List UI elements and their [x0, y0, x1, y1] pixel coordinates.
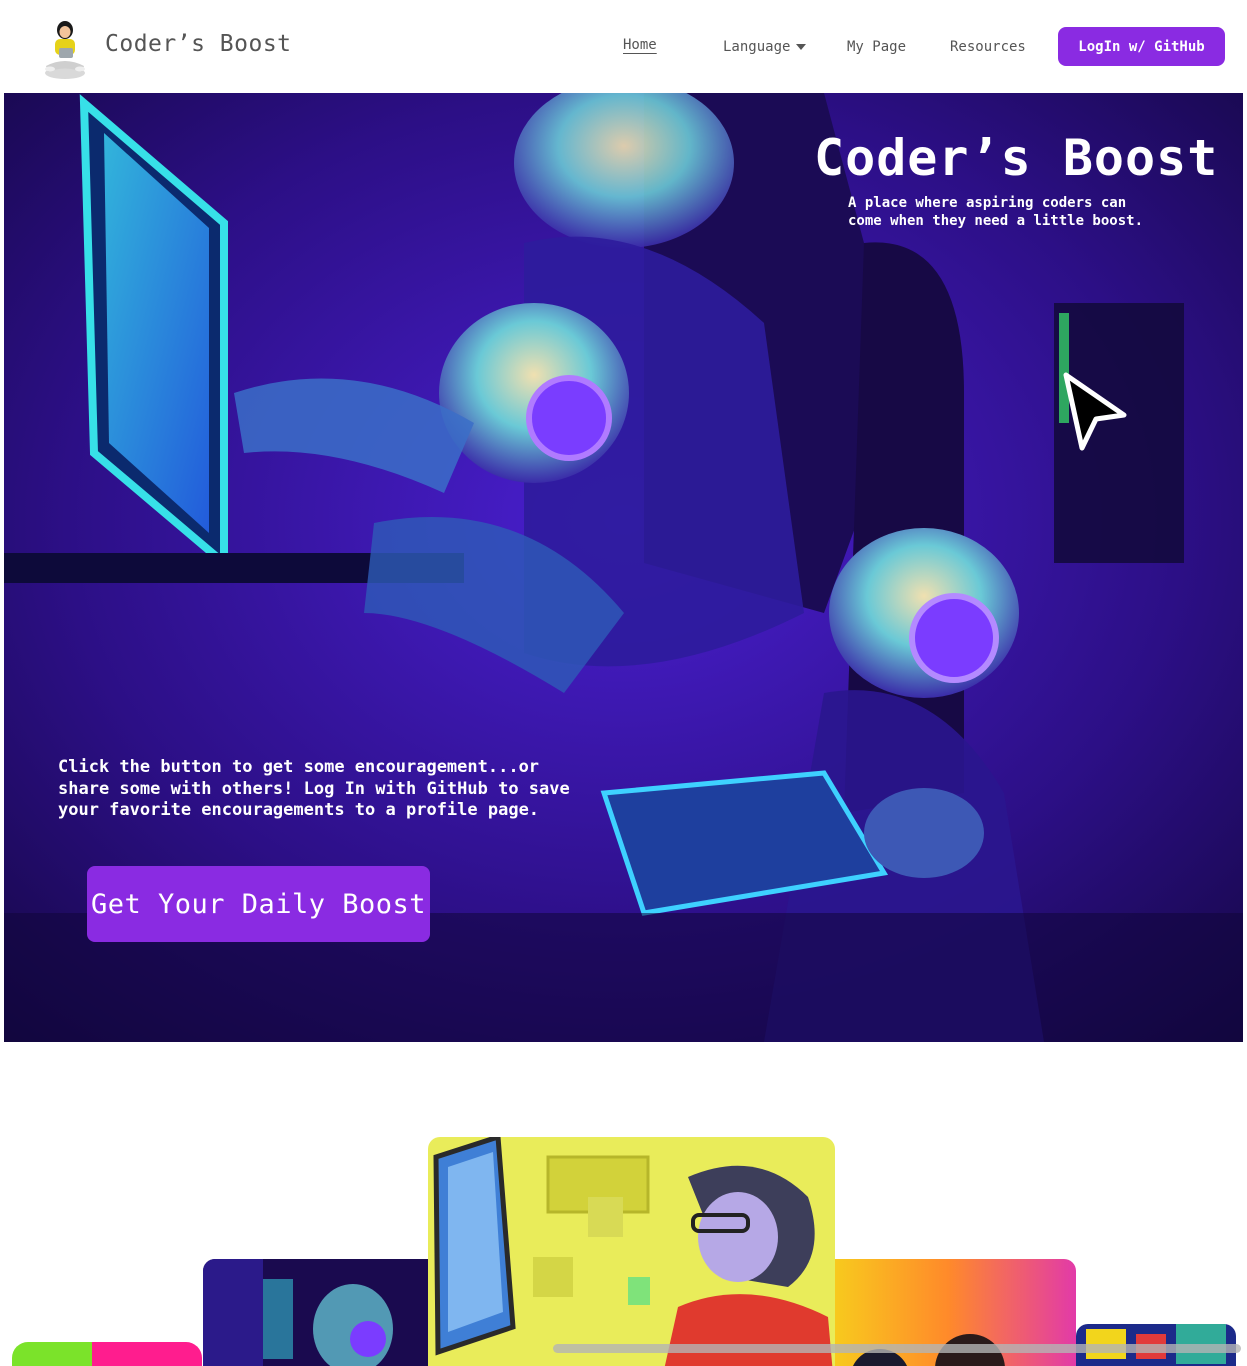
carousel-image	[203, 1259, 463, 1366]
chip-pink	[92, 1342, 202, 1366]
carousel-card-active[interactable]	[428, 1137, 835, 1366]
hero-description: Click the button to get some encourageme…	[58, 757, 570, 820]
nav-resources-link[interactable]: Resources	[950, 39, 1026, 55]
login-github-button[interactable]: LogIn w/ GitHub	[1058, 27, 1225, 66]
daily-boost-button[interactable]: Get Your Daily Boost	[87, 866, 430, 942]
navbar: Coder’s Boost Home Language My Page Reso…	[0, 0, 1247, 93]
nav-home-link[interactable]: Home	[623, 37, 657, 53]
hero-title: Coder’s Boost	[814, 129, 1219, 187]
hero-subtitle: A place where aspiring coders can come w…	[848, 195, 1144, 229]
carousel-scrollbar[interactable]	[553, 1344, 1241, 1353]
nav-my-page-link[interactable]: My Page	[847, 39, 906, 55]
carousel-image	[428, 1137, 835, 1366]
chip-green	[12, 1342, 92, 1366]
nav-language-dropdown[interactable]: Language	[723, 39, 807, 55]
caret-down-icon	[796, 44, 807, 50]
color-chip	[12, 1342, 202, 1366]
nav-language-label: Language	[723, 39, 791, 55]
image-carousel	[0, 1042, 1247, 1366]
carousel-card[interactable]	[203, 1259, 463, 1366]
hero-section: Coder’s Boost A place where aspiring cod…	[4, 93, 1243, 1042]
